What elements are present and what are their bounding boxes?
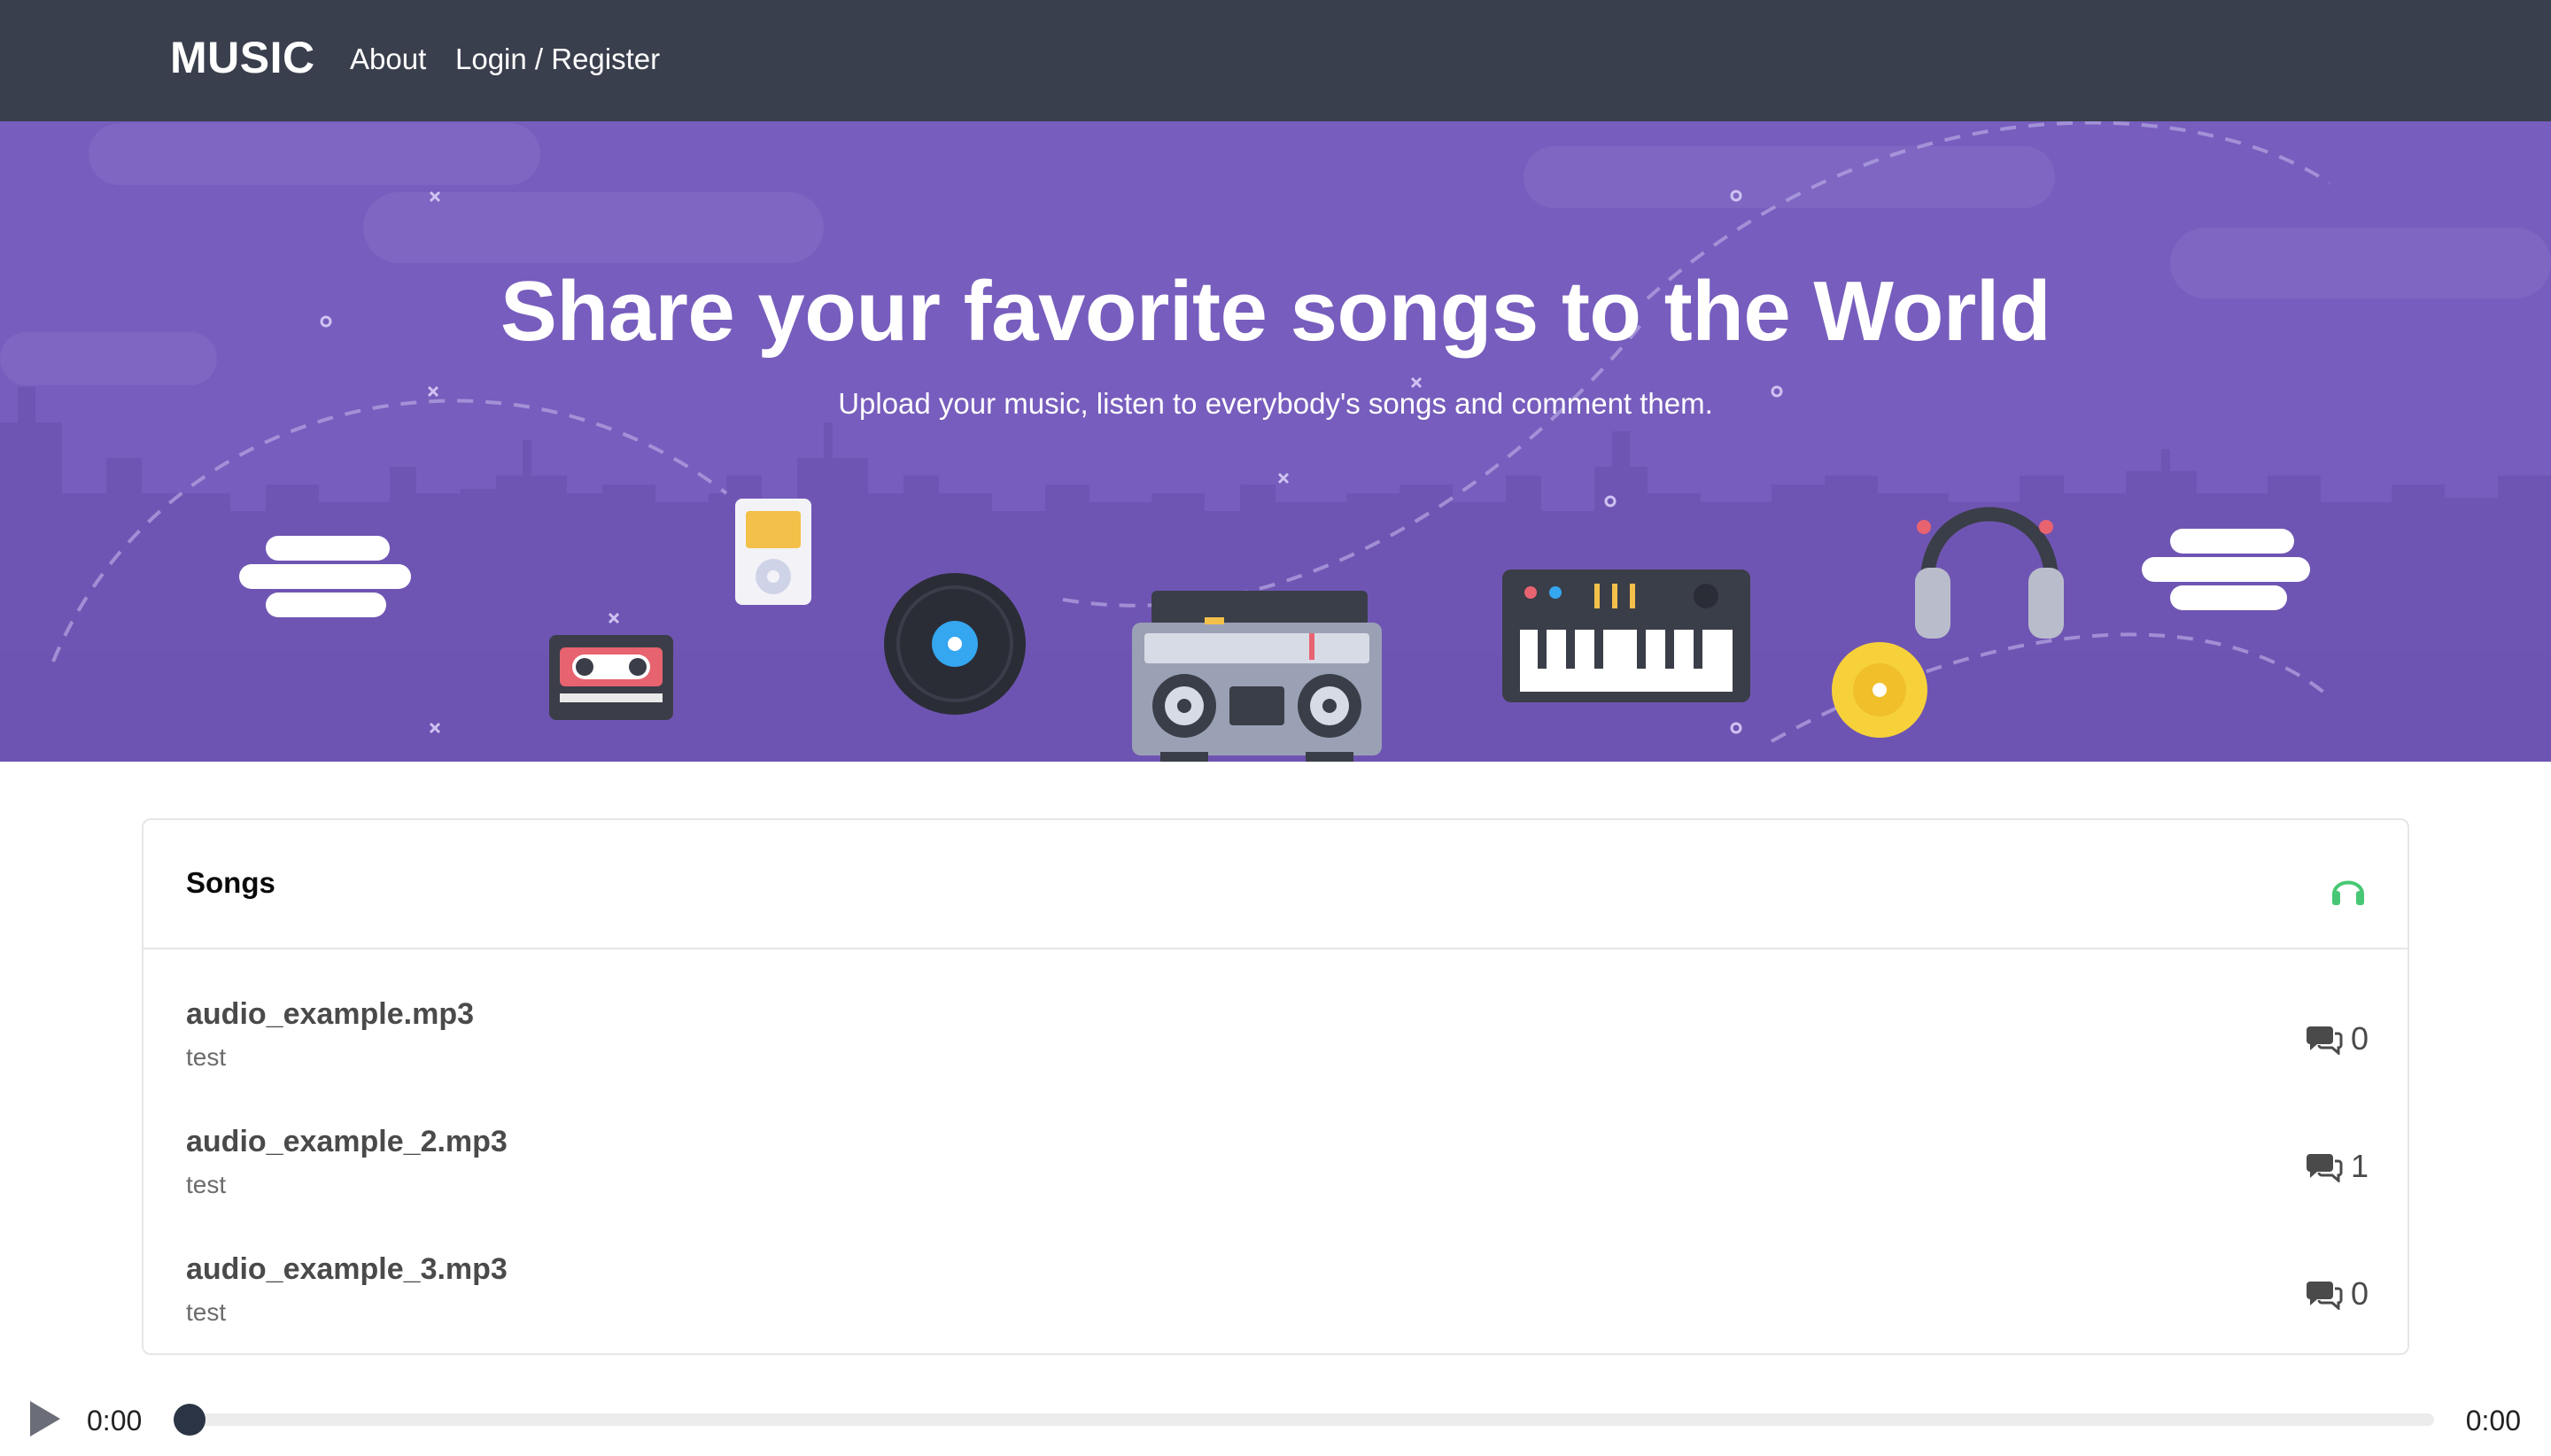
hero-banner: Share your favorite songs to the World U… xyxy=(0,121,2551,762)
song-item[interactable]: audio_example_3.mp3 test 0 xyxy=(186,1252,2369,1359)
comments-icon xyxy=(2306,1282,2343,1310)
song-user: test xyxy=(186,1298,227,1326)
comment-count-value: 0 xyxy=(2350,1020,2369,1057)
navbar: MUSIC About Login / Register xyxy=(0,0,2551,121)
comment-count-value: 1 xyxy=(2350,1148,2369,1184)
total-time: 0:00 xyxy=(2465,1405,2521,1437)
seek-knob[interactable] xyxy=(174,1404,205,1436)
song-item[interactable]: audio_example_2.mp3 test 1 xyxy=(186,1125,2369,1231)
headphones-icon xyxy=(2332,880,2364,905)
song-title[interactable]: audio_example.mp3 xyxy=(186,997,474,1032)
nav-about-link[interactable]: About xyxy=(350,43,426,76)
hero-title: Share your favorite songs to the World xyxy=(500,264,2051,359)
comment-count: 0 xyxy=(2305,1275,2369,1313)
progress-track[interactable] xyxy=(174,1404,2434,1436)
comment-count: 1 xyxy=(2305,1148,2369,1185)
comments-icon xyxy=(2306,1154,2343,1182)
current-time: 0:00 xyxy=(87,1405,143,1437)
songs-card: Songs audio_example.mp3 test 0 audio_exa… xyxy=(142,818,2409,1355)
song-title[interactable]: audio_example_3.mp3 xyxy=(186,1252,508,1287)
hero-illustration xyxy=(0,121,2551,762)
song-title[interactable]: audio_example_2.mp3 xyxy=(186,1125,508,1159)
comments-icon xyxy=(2306,1026,2343,1055)
play-icon[interactable] xyxy=(27,1399,62,1438)
brand-logo[interactable]: MUSIC xyxy=(170,32,315,83)
songs-title: Songs xyxy=(186,866,275,899)
audio-player: 0:00 0:00 xyxy=(0,1382,2551,1456)
comment-count: 0 xyxy=(2305,1020,2369,1057)
songs-card-header: Songs xyxy=(143,820,2408,949)
song-user: test xyxy=(186,1043,227,1071)
song-item[interactable]: audio_example.mp3 test 0 xyxy=(186,997,2369,1104)
song-user: test xyxy=(186,1171,227,1198)
comment-count-value: 0 xyxy=(2350,1275,2369,1312)
hero-subtitle: Upload your music, listen to everybody's… xyxy=(838,387,1713,420)
nav-login-register-link[interactable]: Login / Register xyxy=(455,43,660,76)
